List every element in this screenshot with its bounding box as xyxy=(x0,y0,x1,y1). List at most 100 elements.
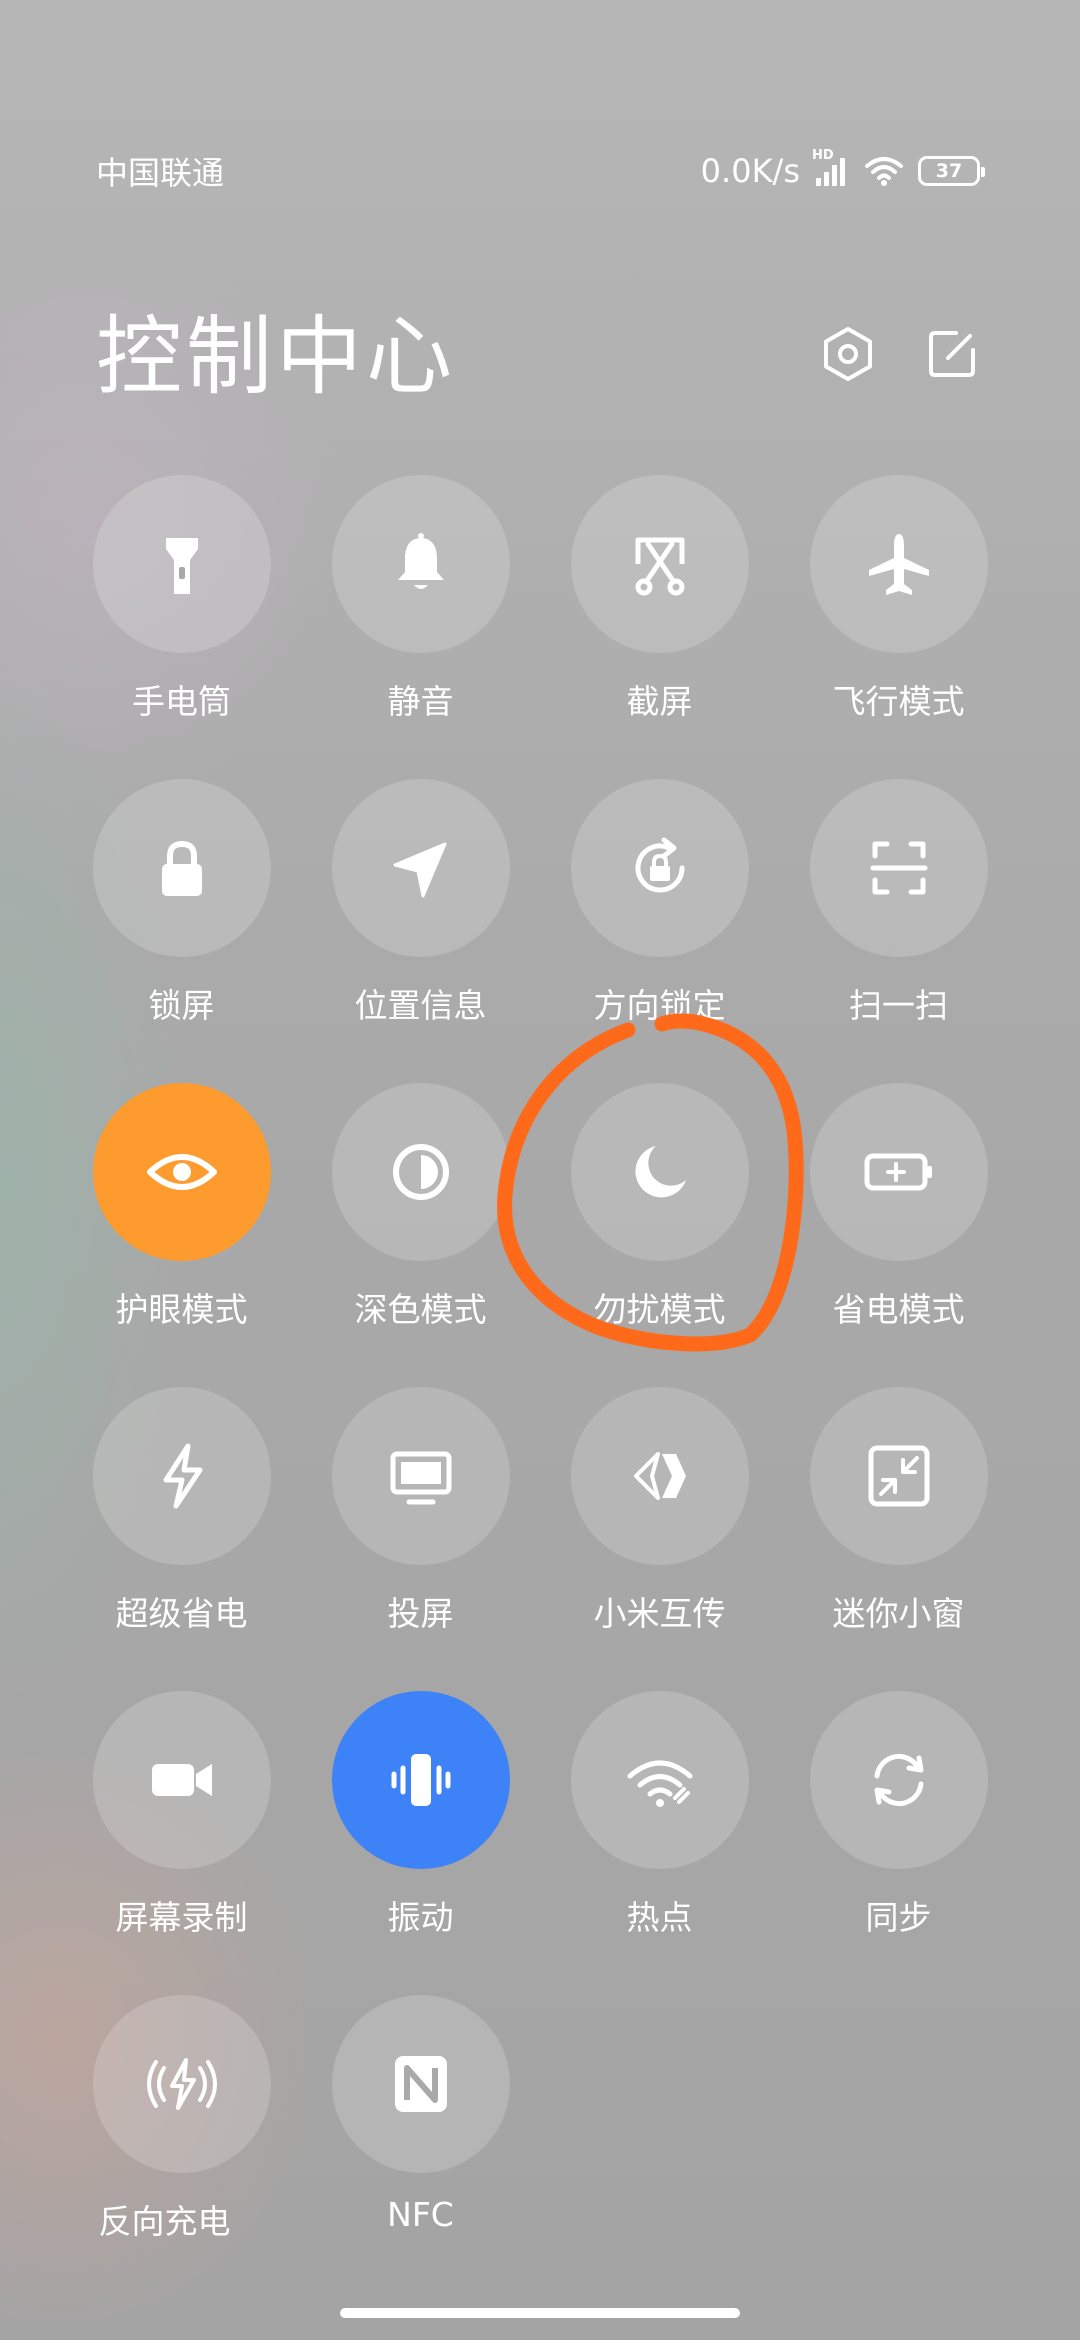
tile-button[interactable] xyxy=(331,1387,510,1565)
tile-label: 热点 xyxy=(626,1898,693,1937)
tile-button[interactable] xyxy=(809,475,988,653)
lock-icon xyxy=(161,840,202,896)
tile-screenshot[interactable]: 截屏 xyxy=(540,475,779,779)
tile-button[interactable] xyxy=(92,475,271,653)
tile-button[interactable] xyxy=(570,475,749,653)
tile-button[interactable] xyxy=(331,1083,510,1261)
tile-button[interactable] xyxy=(570,1691,749,1869)
video-camera-icon xyxy=(151,1764,212,1796)
tile-label: NFC xyxy=(387,2195,454,2234)
tile-label: 屏幕录制 xyxy=(115,1898,248,1937)
vibrate-icon xyxy=(391,1754,450,1806)
tile-battery-saver[interactable]: 省电模式 xyxy=(779,1083,1018,1387)
rotation-lock-icon xyxy=(635,837,684,893)
tile-do-not-disturb[interactable]: 勿扰模式 xyxy=(540,1083,779,1387)
tile-label: 投屏 xyxy=(387,1594,454,1633)
tile-label: 扫一扫 xyxy=(849,986,948,1025)
nfc-icon xyxy=(394,2056,447,2112)
tile-reverse-charging[interactable]: 反向充电 xyxy=(62,1995,301,2299)
tile-label: 小米互传 xyxy=(593,1594,726,1633)
battery-level: 37 xyxy=(935,160,963,182)
tile-flashlight[interactable]: 手电筒 xyxy=(62,475,301,779)
carrier-name: 中国联通 xyxy=(96,154,225,192)
network-speed: 0.0K/s xyxy=(700,152,800,190)
sync-icon xyxy=(874,1754,923,1806)
airplane-icon xyxy=(868,534,929,595)
tile-label: 锁屏 xyxy=(148,986,215,1025)
battery-saver-icon xyxy=(864,1153,932,1191)
wifi-icon xyxy=(864,155,904,187)
monitor-icon xyxy=(390,1451,451,1505)
tile-label: 同步 xyxy=(865,1898,932,1937)
tile-sync[interactable]: 同步 xyxy=(779,1691,1018,1995)
tile-button[interactable] xyxy=(92,1691,271,1869)
tile-button[interactable] xyxy=(809,1387,988,1565)
tile-button[interactable] xyxy=(809,1691,988,1869)
tile-label: 超级省电 xyxy=(115,1594,248,1633)
tile-button[interactable] xyxy=(92,779,271,957)
tile-ultra-battery-saver[interactable]: 超级省电 xyxy=(62,1387,301,1691)
tile-button[interactable] xyxy=(809,1083,988,1261)
tile-button[interactable] xyxy=(570,1387,749,1565)
tile-xiaomi-share[interactable]: 小米互传 xyxy=(540,1387,779,1691)
tile-mini-window[interactable]: 迷你小窗 xyxy=(779,1387,1018,1691)
tile-label: 手电筒 xyxy=(132,682,231,721)
tile-button[interactable] xyxy=(331,779,510,957)
tile-button[interactable] xyxy=(570,1083,749,1261)
settings-button[interactable] xyxy=(816,322,880,386)
battery-icon: 37 xyxy=(918,156,985,186)
tile-label: 位置信息 xyxy=(354,986,487,1025)
tile-label: 振动 xyxy=(387,1898,454,1937)
tile-nfc[interactable]: NFC xyxy=(301,1995,540,2299)
tile-screen-record[interactable]: 屏幕录制 xyxy=(62,1691,301,1995)
tile-location[interactable]: 位置信息 xyxy=(301,779,540,1083)
hd-badge: HD xyxy=(812,148,834,163)
tile-vibrate[interactable]: 振动 xyxy=(301,1691,540,1995)
tile-airplane-mode[interactable]: 飞行模式 xyxy=(779,475,1018,779)
tile-button[interactable] xyxy=(92,1083,271,1261)
tile-label: 静音 xyxy=(387,682,454,721)
location-icon xyxy=(393,842,446,898)
edit-button[interactable] xyxy=(920,322,984,386)
hotspot-icon xyxy=(627,1760,692,1807)
tile-button[interactable] xyxy=(92,1995,271,2173)
mini-window-icon xyxy=(868,1445,929,1507)
home-indicator[interactable] xyxy=(340,2308,740,2318)
tile-button[interactable] xyxy=(570,779,749,957)
tile-eye-care[interactable]: 护眼模式 xyxy=(62,1083,301,1387)
page-title: 控制中心 xyxy=(96,307,456,407)
scan-icon xyxy=(870,841,927,895)
tile-mute[interactable]: 静音 xyxy=(301,475,540,779)
tile-label: 深色模式 xyxy=(354,1290,487,1329)
quick-settings-grid: 手电筒 静音 截屏 飞行模式 锁屏 位置信息 方向锁定 扫一扫 护眼模式 深色模… xyxy=(62,475,1018,2299)
tile-lock-screen[interactable]: 锁屏 xyxy=(62,779,301,1083)
edit-icon xyxy=(929,331,975,377)
status-bar: 中国联通 0.0K/s HD 37 xyxy=(96,145,985,197)
settings-icon xyxy=(824,327,872,381)
eye-icon xyxy=(146,1154,217,1190)
tile-label: 反向充电 xyxy=(98,2202,231,2241)
bell-icon xyxy=(397,533,444,589)
tile-button[interactable] xyxy=(809,779,988,957)
tile-label: 护眼模式 xyxy=(115,1290,248,1329)
tile-label: 勿扰模式 xyxy=(593,1290,726,1329)
status-indicators: 0.0K/s HD 37 xyxy=(700,148,985,190)
dark-mode-icon xyxy=(392,1144,449,1200)
tile-scan[interactable]: 扫一扫 xyxy=(779,779,1018,1083)
tile-label: 迷你小窗 xyxy=(832,1594,965,1633)
tile-button[interactable] xyxy=(331,475,510,653)
tile-button[interactable] xyxy=(92,1387,271,1565)
tile-cast[interactable]: 投屏 xyxy=(301,1387,540,1691)
tile-dark-mode[interactable]: 深色模式 xyxy=(301,1083,540,1387)
tile-button[interactable] xyxy=(331,1691,510,1869)
tile-label: 飞行模式 xyxy=(832,682,965,721)
tile-label: 方向锁定 xyxy=(593,986,726,1025)
tile-hotspot[interactable]: 热点 xyxy=(540,1691,779,1995)
lightning-icon xyxy=(163,1443,202,1509)
tile-label: 省电模式 xyxy=(832,1290,965,1329)
tile-button[interactable] xyxy=(331,1995,510,2173)
tile-label: 截屏 xyxy=(626,682,693,721)
moon-icon xyxy=(634,1146,686,1198)
share-icon xyxy=(633,1452,686,1500)
tile-rotation-lock[interactable]: 方向锁定 xyxy=(540,779,779,1083)
